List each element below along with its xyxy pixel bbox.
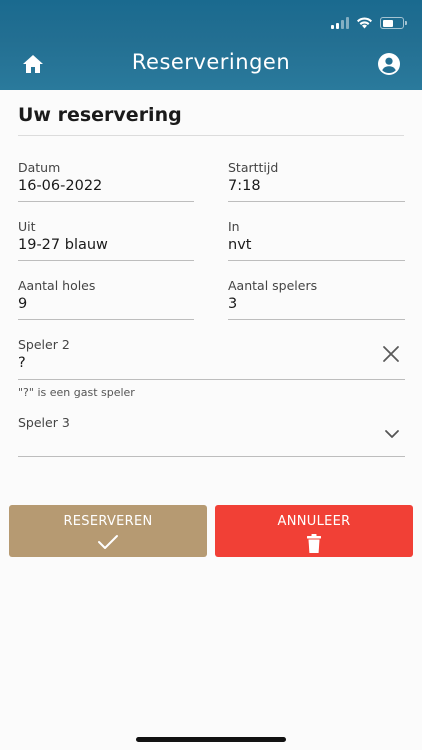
home-indicator[interactable]	[136, 737, 286, 742]
field-underline	[18, 319, 194, 320]
wifi-icon	[357, 17, 372, 29]
page-title: Reserveringen	[131, 50, 291, 74]
tee-in-field[interactable]: In nvt	[228, 219, 405, 261]
guest-player-hint: "?" is een gast speler	[18, 386, 135, 399]
player-2-field[interactable]: Speler 2 ?	[18, 337, 405, 380]
clear-player-2-button[interactable]	[382, 345, 400, 363]
field-underline	[18, 379, 405, 380]
player-2-label: Speler 2	[18, 337, 70, 352]
players-count-label: Aantal spelers	[228, 278, 318, 293]
field-underline	[18, 260, 194, 261]
trash-icon	[307, 534, 321, 553]
player-3-dropdown[interactable]	[384, 425, 400, 438]
holes-count-field[interactable]: Aantal holes 9	[18, 278, 194, 320]
start-time-value: 7:18	[228, 178, 261, 194]
tee-in-label: In	[228, 219, 240, 234]
holes-count-label: Aantal holes	[18, 278, 96, 293]
field-underline	[228, 260, 405, 261]
player-3-label: Speler 3	[18, 415, 70, 430]
player-2-value: ?	[18, 355, 26, 371]
field-underline	[228, 201, 405, 202]
battery-icon	[380, 17, 407, 29]
cancel-button[interactable]: ANNULEER	[215, 505, 413, 557]
cellular-signal-icon	[331, 17, 349, 29]
field-underline	[18, 201, 194, 202]
start-time-field[interactable]: Starttijd 7:18	[228, 160, 405, 202]
players-count-value: 3	[228, 296, 238, 312]
section-title: Uw reservering	[18, 104, 182, 126]
date-field[interactable]: Datum 16-06-2022	[18, 160, 194, 202]
field-underline	[18, 456, 405, 457]
status-bar	[331, 15, 407, 29]
player-3-field[interactable]: Speler 3	[18, 415, 405, 457]
chevron-down-icon	[385, 430, 399, 438]
close-icon	[383, 346, 399, 362]
account-circle-icon	[378, 53, 400, 75]
reserve-button-label: RESERVEREN	[63, 514, 153, 529]
reserve-button[interactable]: RESERVEREN	[9, 505, 207, 557]
cancel-button-label: ANNULEER	[277, 514, 351, 529]
start-time-label: Starttijd	[228, 160, 279, 175]
tee-out-value: 19-27 blauw	[18, 237, 108, 253]
profile-button[interactable]	[377, 52, 401, 76]
field-underline	[228, 319, 405, 320]
app-header: Reserveringen	[0, 0, 422, 90]
tee-in-value: nvt	[228, 237, 252, 253]
tee-out-field[interactable]: Uit 19-27 blauw	[18, 219, 194, 261]
players-count-field[interactable]: Aantal spelers 3	[228, 278, 405, 320]
divider	[18, 135, 404, 136]
tee-out-label: Uit	[18, 219, 36, 234]
date-value: 16-06-2022	[18, 178, 103, 194]
checkmark-icon	[98, 535, 118, 549]
date-label: Datum	[18, 160, 61, 175]
holes-count-value: 9	[18, 296, 28, 312]
